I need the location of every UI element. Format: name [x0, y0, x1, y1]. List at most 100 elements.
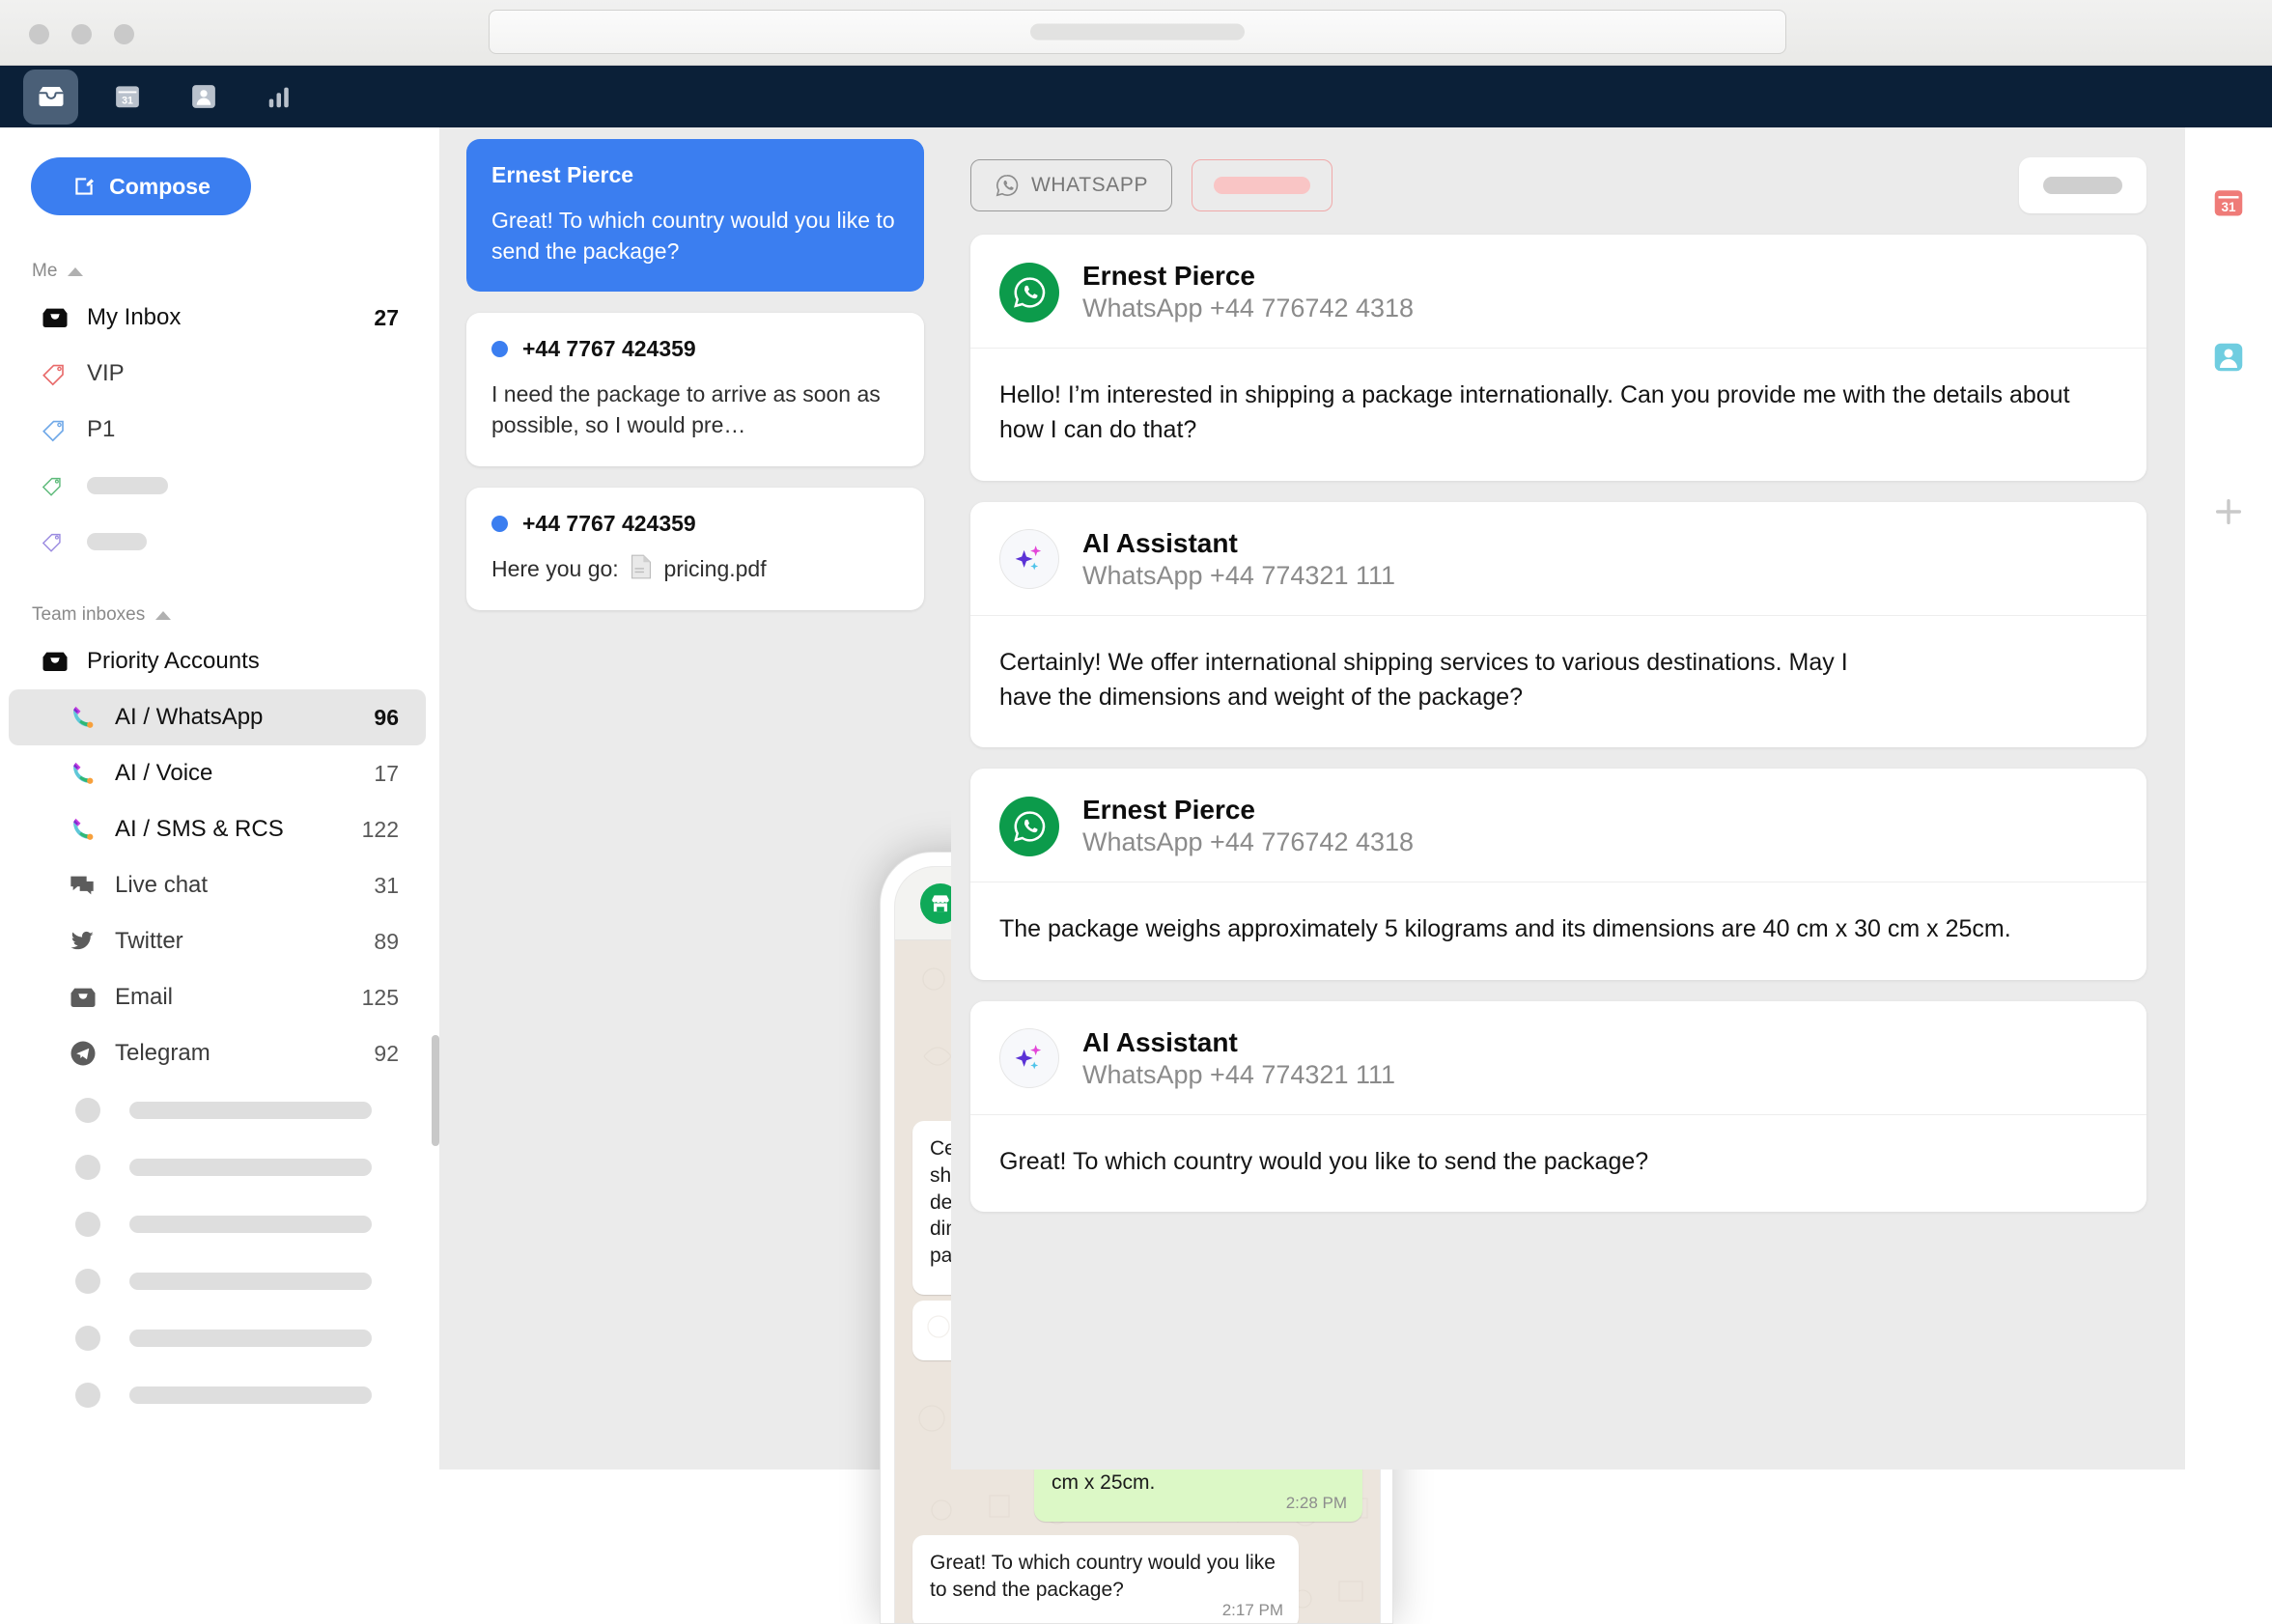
list-item[interactable] — [0, 1366, 439, 1423]
sidebar-item-label: AI / WhatsApp — [115, 704, 264, 730]
maximize-button[interactable] — [114, 24, 134, 44]
tag-chip-placeholder[interactable] — [1192, 159, 1333, 211]
whatsapp-icon — [996, 175, 1019, 197]
message-body: The package weighs approximately 5 kilog… — [999, 915, 2011, 943]
sidebar-section-team-inboxes[interactable]: Team inboxes — [32, 604, 439, 626]
list-item[interactable] — [0, 1081, 439, 1138]
sidebar-item-twitter[interactable]: Twitter 89 — [9, 913, 426, 969]
bar-chart-icon — [268, 87, 289, 108]
unread-indicator — [491, 341, 508, 358]
avatar — [75, 1325, 100, 1351]
nav-reports-button[interactable] — [252, 70, 307, 125]
conversation-attachment-name[interactable]: pricing.pdf — [663, 556, 766, 581]
channel-chip-whatsapp[interactable]: WHATSAPP — [970, 159, 1173, 211]
sidebar-item-placeholder — [87, 477, 168, 494]
sidebar-item-label: Live chat — [115, 872, 209, 898]
sidebar-item-ai-sms-rcs[interactable]: AI / SMS & RCS 122 — [9, 801, 426, 857]
tag-icon-blue — [41, 415, 75, 444]
sidebar-section-me[interactable]: Me — [32, 261, 439, 282]
rail-add-button[interactable] — [2185, 436, 2272, 591]
placeholder-bar — [129, 1158, 372, 1176]
conversation-item[interactable]: +44 7767 424359 I need the package to ar… — [466, 313, 924, 466]
avatar — [75, 1382, 100, 1408]
message-sender-channel: WhatsApp +44 774321 111 — [1082, 560, 1395, 590]
inbox-icon — [41, 647, 75, 676]
ai-sparkle-icon — [999, 529, 1059, 590]
list-item[interactable] — [0, 1309, 439, 1366]
sidebar-item-p1[interactable]: P1 — [9, 402, 426, 458]
avatar — [75, 1211, 100, 1237]
sidebar-item-count: 89 — [374, 928, 399, 954]
conversation-list: Ernest Pierce Great! To which country wo… — [439, 127, 1393, 1624]
unread-indicator — [491, 515, 508, 532]
placeholder-bar — [129, 1329, 372, 1347]
sidebar-item-label: Priority Accounts — [87, 648, 260, 674]
sidebar-item-priority-accounts[interactable]: Priority Accounts — [9, 633, 426, 689]
nav-contacts-button[interactable] — [176, 70, 231, 125]
nav-calendar-button[interactable]: 31 — [99, 70, 154, 125]
tag-icon-green — [41, 473, 75, 498]
sidebar-item-tag-green[interactable] — [9, 458, 426, 514]
tag-icon-purple — [41, 529, 75, 554]
header-action-placeholder — [2043, 177, 2122, 194]
nav-inbox-button[interactable] — [23, 69, 78, 125]
sidebar-item-telegram[interactable]: Telegram 92 — [9, 1025, 426, 1081]
list-item[interactable] — [0, 1195, 439, 1252]
minimize-button[interactable] — [71, 24, 92, 44]
top-navigation: 31 — [0, 66, 2272, 127]
message-card: Ernest Pierce WhatsApp +44 776742 4318 T… — [970, 769, 2146, 980]
sidebar-item-my-inbox[interactable]: My Inbox 27 — [9, 290, 426, 346]
list-item[interactable] — [0, 1252, 439, 1309]
compose-button[interactable]: Compose — [31, 157, 251, 215]
inbox-icon — [39, 87, 63, 106]
ai-phone-icon — [69, 759, 103, 788]
placeholder-bar — [129, 1386, 372, 1404]
sidebar-scrollbar[interactable] — [432, 1035, 439, 1146]
sidebar-item-ai-whatsapp[interactable]: AI / WhatsApp 96 — [9, 689, 426, 745]
message-body: Certainly! We offer international shippi… — [999, 648, 1848, 711]
address-bar-placeholder — [1030, 23, 1245, 41]
chevron-up-icon — [68, 266, 84, 276]
message-body: Great! To which country would you like t… — [999, 1147, 1649, 1175]
contacts-icon — [2211, 340, 2246, 379]
rail-contacts-button[interactable] — [2185, 282, 2272, 436]
message-card: AI Assistant WhatsApp +44 774321 111 Gre… — [970, 1000, 2146, 1212]
sidebar-item-tag-purple[interactable] — [9, 514, 426, 570]
message-sender-name: AI Assistant — [1082, 1026, 1238, 1057]
sidebar-item-count: 92 — [374, 1040, 399, 1066]
sidebar-item-label: Email — [115, 984, 174, 1010]
sidebar-item-count: 27 — [374, 304, 399, 330]
sidebar-item-label: Twitter — [115, 928, 183, 954]
message-sender-channel: WhatsApp +44 774321 111 — [1082, 1059, 1395, 1089]
message-body: Hello! I’m interested in shipping a pack… — [999, 381, 2070, 444]
avatar — [75, 1154, 100, 1180]
header-action-button[interactable] — [2019, 157, 2146, 213]
placeholder-bar — [129, 1101, 372, 1119]
conversation-item-active[interactable]: Ernest Pierce Great! To which country wo… — [466, 139, 924, 293]
sidebar-item-vip[interactable]: VIP — [9, 346, 426, 402]
sidebar-item-live-chat[interactable]: Live chat 31 — [9, 857, 426, 913]
sidebar-item-placeholder — [87, 533, 147, 550]
channel-chip-label: WHATSAPP — [1031, 174, 1149, 196]
sidebar-item-ai-voice[interactable]: AI / Voice 17 — [9, 745, 426, 801]
avatar — [75, 1268, 100, 1294]
message-sender-channel: WhatsApp +44 776742 4318 — [1082, 827, 1415, 857]
message-sender-channel: WhatsApp +44 776742 4318 — [1082, 294, 1415, 323]
conversation-item[interactable]: +44 7767 424359 Here you go: pricing.pdf — [466, 487, 924, 610]
list-item[interactable] — [0, 1138, 439, 1195]
sidebar-item-email[interactable]: Email 125 — [9, 969, 426, 1025]
close-button[interactable] — [29, 24, 49, 44]
telegram-icon — [69, 1039, 103, 1068]
svg-text:31: 31 — [2221, 200, 2236, 214]
address-bar[interactable] — [489, 10, 1786, 54]
conversation-preview-text: Here you go: — [491, 555, 619, 581]
ai-sparkle-icon — [999, 1028, 1059, 1089]
main-header: WHATSAPP — [951, 127, 2185, 213]
rail-calendar-button[interactable]: 31 — [2185, 127, 2272, 282]
calendar-icon: 31 — [2211, 185, 2246, 225]
message-sender-name: Ernest Pierce — [1082, 795, 1255, 826]
bubble-text: Great! To which country would you like t… — [930, 1551, 1276, 1601]
conversation-name: +44 7767 424359 — [522, 510, 696, 536]
window-controls[interactable] — [29, 24, 134, 44]
avatar — [75, 1097, 100, 1123]
